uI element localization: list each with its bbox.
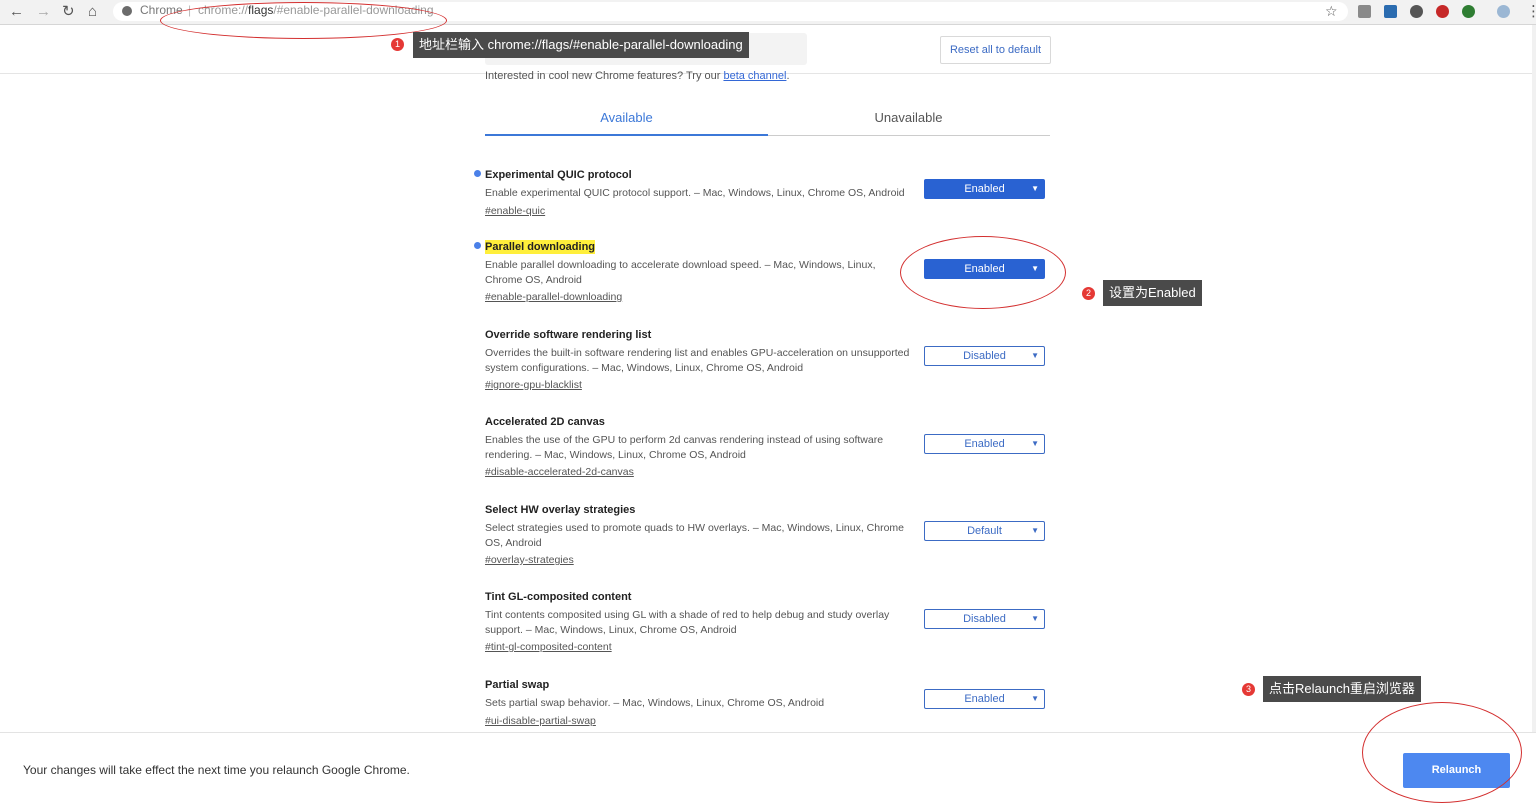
dropdown-arrow-icon: ▼ (1031, 694, 1039, 703)
annotation-circle (900, 236, 1066, 309)
flag-select[interactable]: Disabled ▼ (924, 346, 1045, 366)
flag-title: Accelerated 2D canvas (485, 416, 605, 428)
pinterest-icon[interactable] (1410, 5, 1423, 18)
flag-select-value: Enabled (964, 693, 1005, 705)
flag-entry: Accelerated 2D canvas Enables the use of… (485, 412, 915, 480)
flag-description: Sets partial swap behavior. – Mac, Windo… (485, 697, 825, 709)
flag-select[interactable]: Default ▼ (924, 521, 1045, 541)
tab-active-indicator (485, 134, 768, 136)
flag-permalink[interactable]: #ignore-gpu-blacklist (485, 378, 582, 392)
flag-permalink[interactable]: #enable-quic (485, 204, 545, 218)
scrollbar[interactable] (1532, 25, 1536, 732)
reload-icon[interactable]: ↻ (62, 3, 75, 21)
beta-channel-link[interactable]: beta channel (723, 70, 786, 82)
flag-select[interactable]: Disabled ▼ (924, 609, 1045, 629)
flag-entry: Select HW overlay strategies Select stra… (485, 500, 915, 568)
flag-select[interactable]: Enabled ▼ (924, 179, 1045, 199)
home-icon[interactable]: ⌂ (88, 3, 97, 21)
flag-title: Override software rendering list (485, 329, 652, 341)
annotation-label: 地址栏输入 chrome://flags/#enable-parallel-do… (413, 32, 749, 58)
forward-arrow-icon[interactable]: → (36, 3, 51, 21)
flag-title: Tint GL-composited content (485, 591, 632, 603)
annotation-circle (160, 2, 447, 39)
flag-description: Enables the use of the GPU to perform 2d… (485, 434, 884, 461)
flag-permalink[interactable]: #overlay-strategies (485, 553, 574, 567)
flag-description: Tint contents composited using GL with a… (485, 609, 890, 636)
flag-select-value: Default (967, 525, 1002, 537)
adblock-icon[interactable] (1436, 5, 1449, 18)
annotation-badge: 3 (1242, 683, 1255, 696)
flag-select-value: Disabled (963, 350, 1006, 362)
annotation-circle (1362, 702, 1522, 803)
flag-select[interactable]: Enabled ▼ (924, 689, 1045, 709)
flag-permalink[interactable]: #enable-parallel-downloading (485, 290, 622, 304)
dropdown-arrow-icon: ▼ (1031, 614, 1039, 623)
flag-select-value: Enabled (964, 438, 1005, 450)
bookmark-star-icon[interactable]: ☆ (1325, 3, 1338, 20)
flag-description: Select strategies used to promote quads … (485, 522, 905, 549)
modified-indicator-dot (474, 242, 481, 249)
site-info-icon[interactable] (122, 6, 132, 16)
dropdown-arrow-icon: ▼ (1031, 351, 1039, 360)
flag-entry: Parallel downloading Enable parallel dow… (485, 237, 915, 305)
flag-select-value: Disabled (963, 613, 1006, 625)
annotation-badge: 2 (1082, 287, 1095, 300)
flag-select[interactable]: Enabled ▼ (924, 434, 1045, 454)
flag-title: Experimental QUIC protocol (485, 169, 632, 181)
dropdown-arrow-icon: ▼ (1031, 439, 1039, 448)
extension-icon[interactable] (1358, 5, 1371, 18)
flag-entry: Override software rendering list Overrid… (485, 325, 915, 393)
flag-title: Select HW overlay strategies (485, 504, 636, 516)
flag-description: Enable experimental QUIC protocol suppor… (485, 187, 905, 199)
flag-description: Enable parallel downloading to accelerat… (485, 259, 876, 286)
dropdown-arrow-icon: ▼ (1031, 526, 1039, 535)
flag-select-value: Enabled (964, 183, 1005, 195)
flag-description: Overrides the built-in software renderin… (485, 347, 910, 374)
dropdown-arrow-icon: ▼ (1031, 184, 1039, 193)
menu-kebab-icon[interactable]: ⋮ (1526, 3, 1536, 21)
back-arrow-icon[interactable]: ← (9, 3, 24, 21)
relaunch-message: Your changes will take effect the next t… (23, 763, 410, 777)
intro-message: Interested in cool new Chrome features? … (485, 70, 724, 82)
flag-title: Partial swap (485, 679, 550, 691)
annotation-label: 设置为Enabled (1103, 280, 1202, 306)
extension-icon[interactable] (1462, 5, 1475, 18)
flag-entry: Partial swap Sets partial swap behavior.… (485, 675, 915, 729)
flag-entry: Tint GL-composited content Tint contents… (485, 587, 915, 655)
tab-unavailable[interactable]: Unavailable (767, 110, 1050, 125)
profile-avatar-icon[interactable] (1497, 5, 1510, 18)
flag-permalink[interactable]: #tint-gl-composited-content (485, 640, 612, 654)
flag-permalink[interactable]: #ui-disable-partial-swap (485, 714, 596, 728)
extension-icon[interactable] (1384, 5, 1397, 18)
reset-all-button[interactable]: Reset all to default (940, 36, 1051, 64)
intro-period: . (786, 70, 790, 82)
flag-title: Parallel downloading (485, 240, 596, 254)
tab-available[interactable]: Available (485, 110, 768, 125)
modified-indicator-dot (474, 170, 481, 177)
flag-permalink[interactable]: #disable-accelerated-2d-canvas (485, 465, 634, 479)
annotation-badge: 1 (391, 38, 404, 51)
flag-entry: Experimental QUIC protocol Enable experi… (485, 165, 915, 219)
intro-text: Interested in cool new Chrome features? … (485, 70, 790, 82)
annotation-label: 点击Relaunch重启浏览器 (1263, 676, 1421, 702)
